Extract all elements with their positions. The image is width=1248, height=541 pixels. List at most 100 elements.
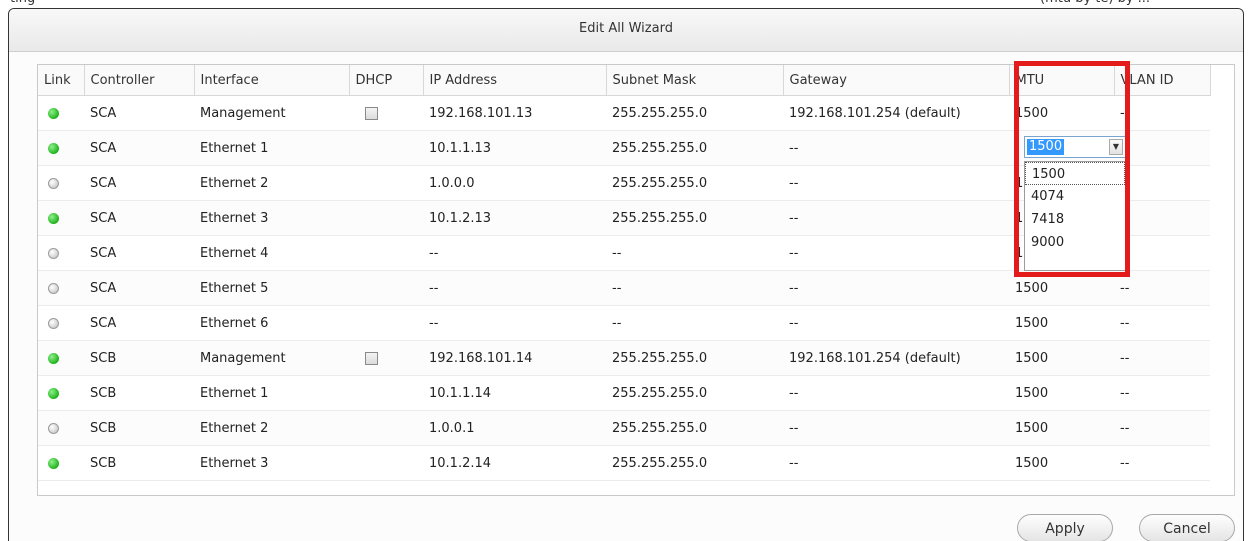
gateway-cell: -- — [783, 130, 1009, 166]
link-up-icon — [48, 387, 59, 399]
ip-address-cell: -- — [423, 270, 606, 306]
gateway-cell: 192.168.101.254 (default) — [783, 95, 1009, 131]
ip-address-cell: 10.1.1.13 — [423, 130, 606, 166]
controller-cell: SCB — [84, 340, 194, 376]
link-up-icon — [48, 212, 59, 224]
subnet-mask-cell: 255.255.255.0 — [606, 165, 783, 201]
edit-all-wizard-dialog: Edit All Wizard Link Controller Interface D… — [8, 8, 1244, 541]
subnet-mask-cell: 255.255.255.0 — [606, 200, 783, 236]
link-cell — [38, 130, 84, 166]
vlan-id-cell: -- — [1114, 445, 1210, 481]
vlan-id-cell: -- — [1114, 375, 1210, 411]
table-row[interactable]: SCB Ethernet 2 1.0.0.1 255.255.255.0 -- 1500-… — [38, 410, 1210, 446]
interface-cell: Ethernet 3 — [194, 200, 349, 236]
dhcp-cell — [349, 165, 423, 201]
subnet-mask-cell: -- — [606, 270, 783, 306]
controller-cell: SCA — [84, 235, 194, 271]
interface-cell: Ethernet 5 — [194, 270, 349, 306]
column-header-subnet-mask[interactable]: Subnet Mask — [606, 65, 784, 96]
dhcp-checkbox[interactable] — [365, 351, 378, 365]
background-text-left: ting — [10, 0, 35, 6]
subnet-mask-cell: 255.255.255.0 — [606, 340, 783, 376]
controller-cell: SCA — [84, 95, 194, 131]
ip-address-cell: 10.1.2.13 — [423, 200, 606, 236]
apply-button[interactable]: Apply — [1017, 514, 1113, 541]
vlan-id-cell: -- — [1114, 340, 1210, 376]
mtu-cell: 1500 — [1009, 305, 1114, 341]
subnet-mask-cell: 255.255.255.0 — [606, 410, 783, 446]
gateway-cell: -- — [783, 270, 1009, 306]
controller-cell: SCA — [84, 305, 194, 341]
column-header-interface[interactable]: Interface — [194, 65, 350, 96]
interface-cell: Ethernet 4 — [194, 235, 349, 271]
ip-address-cell: 10.1.2.14 — [423, 445, 606, 481]
dhcp-cell — [349, 200, 423, 236]
table-row[interactable]: SCB Ethernet 3 10.1.2.14 255.255.255.0 -- 150… — [38, 445, 1210, 481]
link-up-icon — [48, 107, 59, 119]
background-page-strip: ting (mtu by te) by ... — [0, 0, 1248, 8]
dhcp-cell — [349, 375, 423, 411]
controller-cell: SCB — [84, 375, 194, 411]
subnet-mask-cell: 255.255.255.0 — [606, 130, 783, 166]
interface-cell: Ethernet 2 — [194, 410, 349, 446]
subnet-mask-cell: -- — [606, 235, 783, 271]
link-down-icon — [48, 177, 59, 189]
link-up-icon — [48, 142, 59, 154]
column-header-controller[interactable]: Controller — [84, 65, 195, 96]
background-text-right: (mtu by te) by ... — [1040, 0, 1150, 6]
dhcp-cell — [349, 445, 423, 481]
link-cell — [38, 375, 84, 411]
mtu-cell: 1500 — [1009, 445, 1114, 481]
mtu-highlight-box — [1014, 61, 1130, 277]
ip-address-cell: 1.0.0.0 — [423, 165, 606, 201]
dhcp-cell — [349, 95, 423, 131]
vlan-id-cell: -- — [1114, 410, 1210, 446]
column-header-dhcp[interactable]: DHCP — [349, 65, 424, 96]
column-header-link[interactable]: Link — [38, 65, 85, 96]
gateway-cell: -- — [783, 305, 1009, 341]
gateway-cell: -- — [783, 410, 1009, 446]
link-cell — [38, 235, 84, 271]
link-cell — [38, 410, 84, 446]
ip-address-cell: -- — [423, 235, 606, 271]
controller-cell: SCB — [84, 410, 194, 446]
interface-cell: Ethernet 1 — [194, 375, 349, 411]
gateway-cell: -- — [783, 375, 1009, 411]
controller-cell: SCB — [84, 445, 194, 481]
table-row[interactable]: SCB Ethernet 1 10.1.1.14 255.255.255.0 -- 150… — [38, 375, 1210, 411]
interface-cell: Ethernet 6 — [194, 305, 349, 341]
table-row[interactable]: SCA Ethernet 6 -- -- -- 1500 -- — [38, 305, 1210, 341]
interface-cell: Ethernet 3 — [194, 445, 349, 481]
link-cell — [38, 165, 84, 201]
gateway-cell: -- — [783, 165, 1009, 201]
subnet-mask-cell: 255.255.255.0 — [606, 445, 783, 481]
link-cell — [38, 270, 84, 306]
column-header-ip-address[interactable]: IP Address — [423, 65, 607, 96]
dialog-title: Edit All Wizard — [9, 9, 1243, 52]
interface-cell: Ethernet 1 — [194, 130, 349, 166]
link-cell — [38, 200, 84, 236]
gateway-cell: 192.168.101.254 (default) — [783, 340, 1009, 376]
table-row[interactable]: SCB Management 192.168.101.14 255.255.255.0… — [38, 340, 1210, 376]
link-down-icon — [48, 422, 59, 434]
ip-address-cell: 192.168.101.13 — [423, 95, 606, 131]
link-up-icon — [48, 457, 59, 469]
column-header-gateway[interactable]: Gateway — [783, 65, 1010, 96]
subnet-mask-cell: 255.255.255.0 — [606, 95, 783, 131]
controller-cell: SCA — [84, 200, 194, 236]
ip-address-cell: 10.1.1.14 — [423, 375, 606, 411]
mtu-cell: 1500 — [1009, 375, 1114, 411]
gateway-cell: -- — [783, 235, 1009, 271]
cancel-button[interactable]: Cancel — [1139, 514, 1235, 541]
gateway-cell: -- — [783, 445, 1009, 481]
interface-cell: Management — [194, 340, 349, 376]
ip-address-cell: -- — [423, 305, 606, 341]
dhcp-checkbox[interactable] — [365, 106, 378, 120]
link-cell — [38, 95, 84, 131]
ip-address-cell: 192.168.101.14 — [423, 340, 606, 376]
ip-address-cell: 1.0.0.1 — [423, 410, 606, 446]
controller-cell: SCA — [84, 165, 194, 201]
gateway-cell: -- — [783, 200, 1009, 236]
controller-cell: SCA — [84, 270, 194, 306]
interface-cell: Ethernet 2 — [194, 165, 349, 201]
